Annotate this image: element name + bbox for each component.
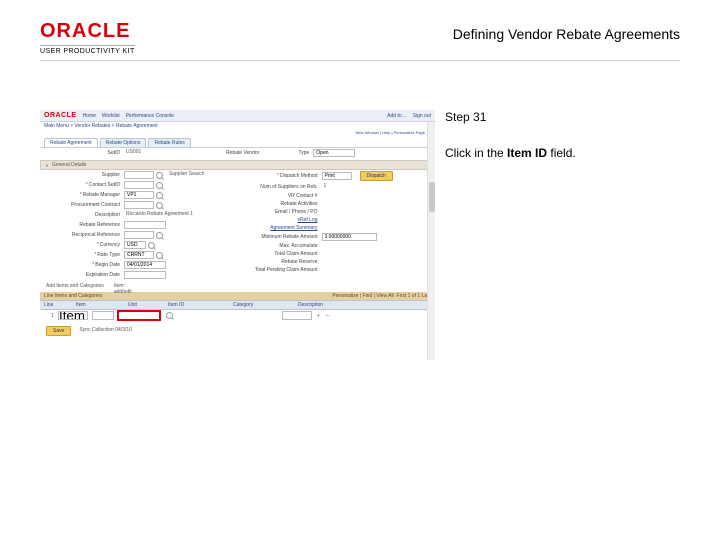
contact-setid-input[interactable]: [124, 181, 154, 189]
nav-link[interactable]: Worklist: [102, 113, 120, 119]
lookup-icon[interactable]: [156, 252, 163, 259]
grid-subheader: Line Items and Categories Personalize | …: [40, 292, 435, 300]
left-column: SupplierSupplier Search Contact SetID Re…: [40, 170, 238, 280]
lookup-icon[interactable]: [166, 312, 173, 319]
breadcrumb: Main Menu > Vendor Rebates > Rebate Agre…: [44, 123, 431, 129]
dispatch-method-select[interactable]: [322, 172, 352, 180]
lookup-icon[interactable]: [156, 202, 163, 209]
table-row: 1 ＋ －: [40, 310, 435, 321]
right-column: Dispatch MethodDispatch Num of Suppliers…: [238, 170, 436, 280]
lookup-icon[interactable]: [156, 232, 163, 239]
general-details-section: General Details SupplierSupplier Search …: [40, 160, 435, 280]
nav-link[interactable]: Sign out: [413, 113, 431, 119]
grid-actions[interactable]: Personalize | Find | View All First 1 of…: [332, 293, 431, 299]
proc-contract-input[interactable]: [124, 201, 154, 209]
type-select[interactable]: [313, 149, 355, 157]
section-header[interactable]: General Details: [40, 160, 435, 170]
app-brand: ORACLE: [44, 112, 77, 119]
tab-strip: Rebate Agreement Rebate Options Rebate R…: [40, 136, 435, 148]
instruction-panel: Step 31 Click in the Item ID field.: [445, 110, 680, 160]
tab-rebate-agreement[interactable]: Rebate Agreement: [44, 138, 98, 147]
rebate-manager-input[interactable]: [124, 191, 154, 199]
tab-rebate-rules[interactable]: Rebate Rules: [148, 138, 190, 147]
rate-type-input[interactable]: [124, 251, 154, 259]
supplier-input[interactable]: [124, 171, 154, 179]
add-row-icon[interactable]: ＋: [316, 312, 321, 319]
item-id-input[interactable]: [118, 311, 160, 320]
rebate-ref-input[interactable]: [124, 221, 166, 229]
lookup-icon[interactable]: [156, 182, 163, 189]
tab-rebate-options[interactable]: Rebate Options: [100, 138, 147, 147]
unit-input[interactable]: [92, 311, 114, 320]
order-input[interactable]: [282, 311, 312, 320]
nav-link[interactable]: Add to…: [387, 113, 406, 119]
header-band: SetID US001 Rebate Vendor Type: [40, 148, 435, 158]
oracle-logo: ORACLE USER PRODUCTIVITY KIT: [40, 20, 135, 55]
content-area: Step 31 Click in the Item ID field. ORAC…: [40, 80, 680, 520]
nav-link[interactable]: Home: [83, 113, 96, 119]
slide-title: Defining Vendor Rebate Agreements: [453, 26, 680, 42]
step-label: Step 31: [445, 110, 680, 124]
lookup-icon[interactable]: [148, 242, 155, 249]
field-name: Item ID: [507, 146, 547, 160]
currency-input[interactable]: [124, 241, 146, 249]
app-topbar: ORACLE Home Worklist Performance Console…: [40, 110, 435, 122]
summary-link[interactable]: Agreement Summary: [270, 225, 317, 231]
item-select[interactable]: [58, 311, 88, 320]
scrollbar-thumb[interactable]: [429, 182, 435, 212]
vertical-scrollbar[interactable]: [427, 122, 435, 360]
save-button[interactable]: Save: [46, 326, 71, 336]
oracle-wordmark: ORACLE: [40, 20, 135, 43]
begin-date-input[interactable]: [124, 261, 166, 269]
app-screenshot: ORACLE Home Worklist Performance Console…: [40, 110, 435, 360]
line-items-section: Add Items and CategoriesItem: add/edit L…: [40, 282, 435, 337]
slide-header: ORACLE USER PRODUCTIVITY KIT Defining Ve…: [40, 20, 680, 55]
instruction-text: Click in the Item ID field.: [445, 146, 680, 160]
delete-row-icon[interactable]: －: [325, 312, 330, 319]
min-rebate-input[interactable]: [322, 233, 377, 241]
lookup-icon[interactable]: [156, 192, 163, 199]
upx-subtitle: USER PRODUCTIVITY KIT: [40, 45, 135, 55]
dispatch-button[interactable]: Dispatch: [360, 171, 393, 181]
add-items-dropdown[interactable]: Item: add/edit: [112, 283, 142, 291]
lookup-icon[interactable]: [156, 172, 163, 179]
reciprocal-ref-input[interactable]: [124, 231, 154, 239]
training-slide: ORACLE USER PRODUCTIVITY KIT Defining Ve…: [0, 0, 720, 540]
xref-link[interactable]: xRef Log: [297, 217, 317, 223]
expiration-date-input[interactable]: [124, 271, 166, 279]
nav-link[interactable]: Performance Console: [126, 113, 174, 119]
divider: [40, 60, 680, 61]
grid-columns: Line Item Unit Item ID Category Descript…: [40, 300, 435, 310]
